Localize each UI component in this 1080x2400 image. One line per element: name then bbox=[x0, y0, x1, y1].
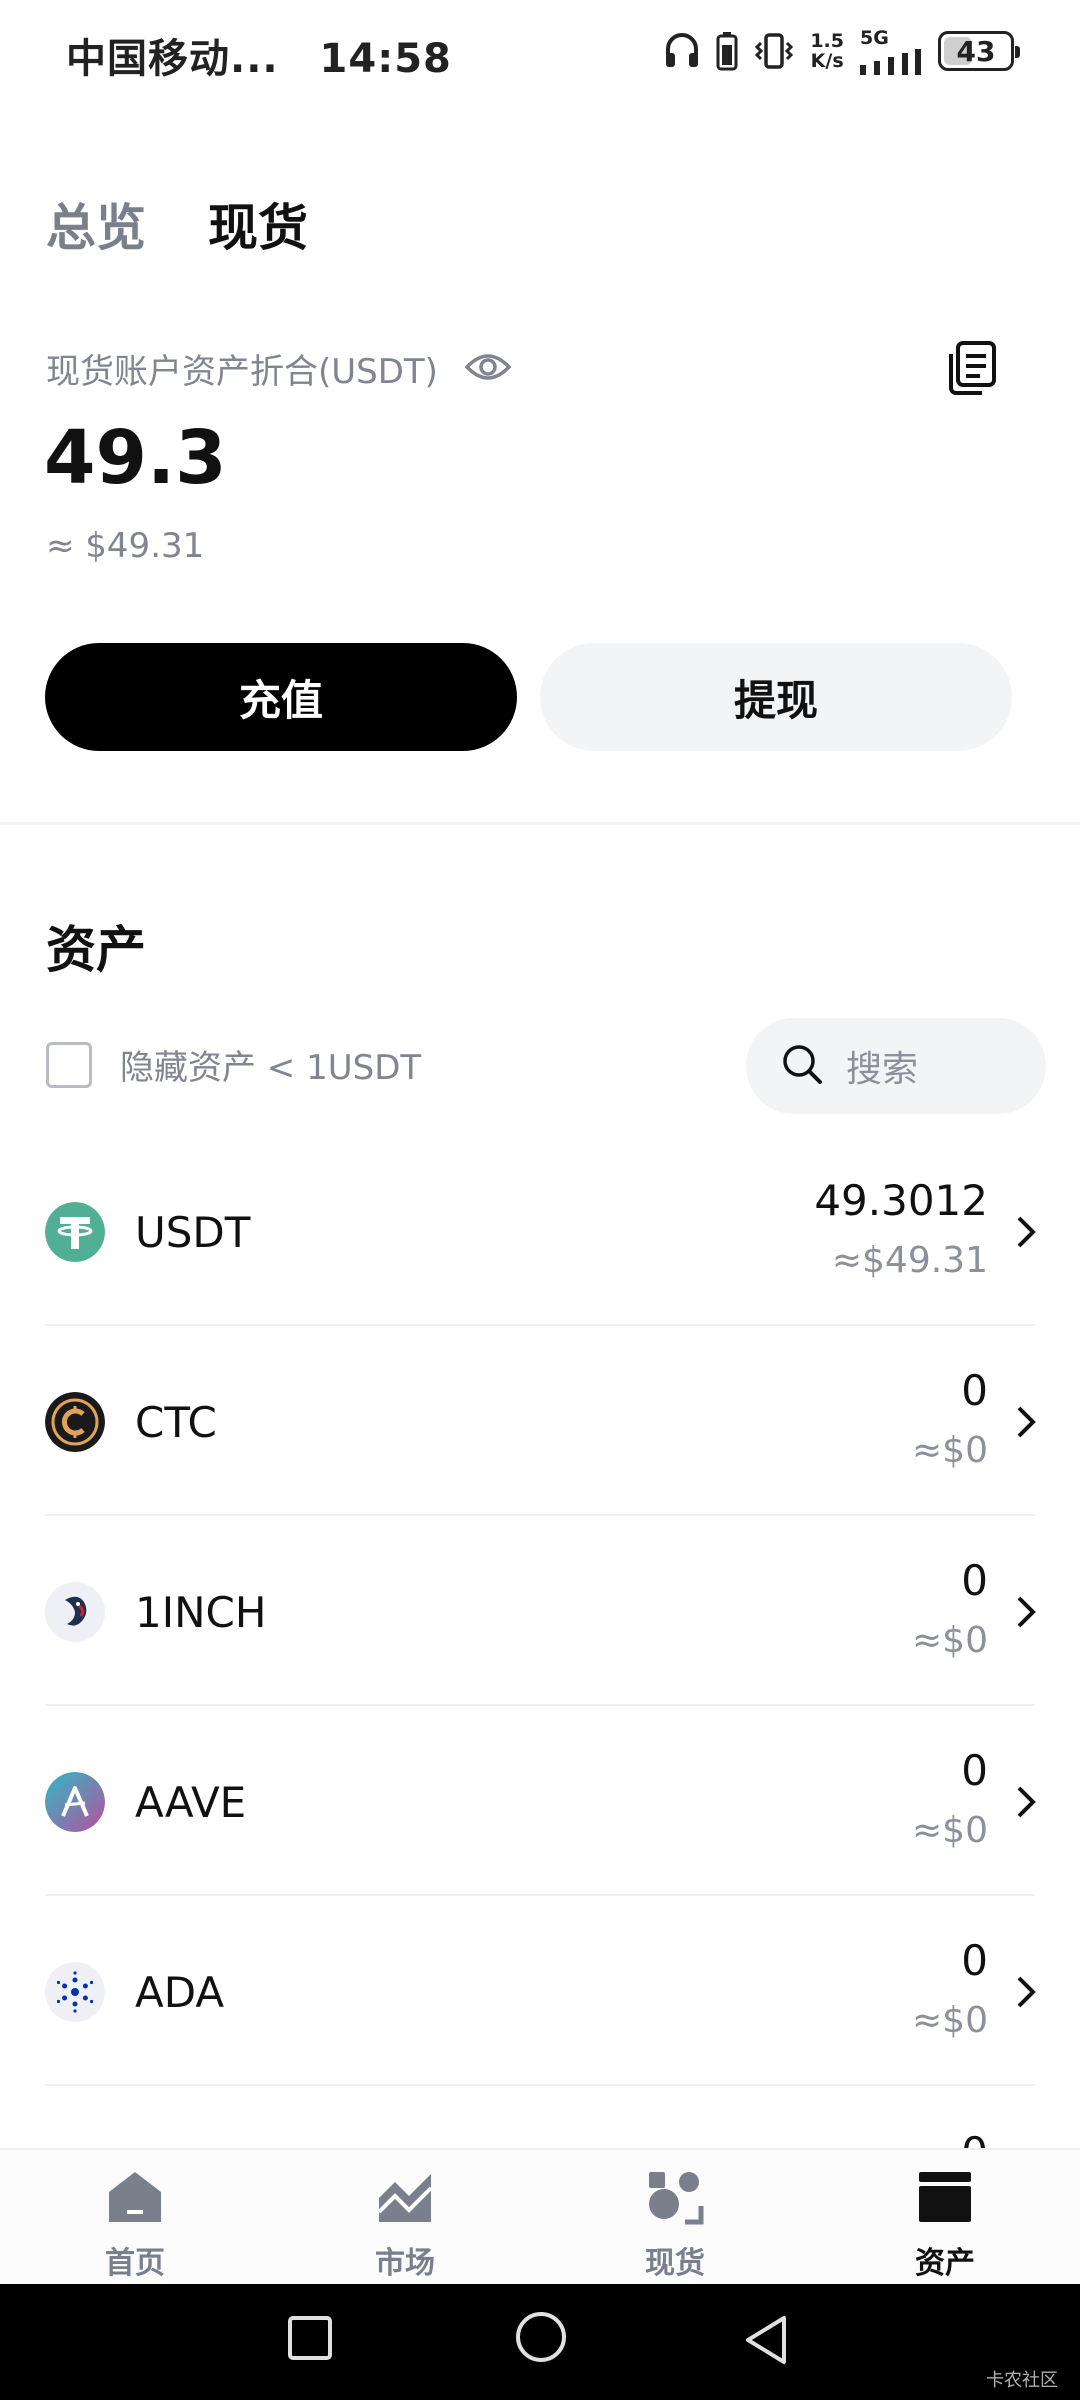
nav-market[interactable]: 市场 bbox=[270, 2150, 540, 2284]
carrier-name: 中国移动... bbox=[66, 36, 279, 82]
battery-percent: 43 bbox=[956, 34, 996, 68]
asset-row-1inch[interactable]: 1INCH 0 ≈$0 bbox=[0, 1516, 1080, 1706]
spot-assets-screen: 中国移动... 14:58 1.5 K/s 5G 43 总览 现货 现货账户资产… bbox=[0, 0, 1080, 2400]
hide-small-assets-checkbox[interactable] bbox=[46, 1041, 92, 1088]
coin-usd-value: ≈$0 bbox=[912, 1430, 988, 1471]
tab-overview[interactable]: 总览 bbox=[46, 188, 146, 260]
coin-usd-value: ≈$49.31 bbox=[831, 1240, 988, 1281]
nav-assets[interactable]: 资产 bbox=[810, 2150, 1080, 2284]
asset-list: USDT 49.3012 ≈$49.31 CTC 0 ≈$0 1INCH 0 ≈… bbox=[0, 1136, 1080, 2086]
asset-row-aave[interactable]: AAVE 0 ≈$0 bbox=[0, 1706, 1080, 1896]
hide-small-assets-label[interactable]: 隐藏资产 < 1USDT bbox=[120, 1040, 421, 1089]
coin-symbol: USDT bbox=[135, 1208, 251, 1257]
assets-section-title: 资产 bbox=[46, 921, 146, 979]
records-icon[interactable] bbox=[946, 340, 998, 400]
nav-home[interactable]: 首页 bbox=[0, 2150, 270, 2284]
coin-usd-value: ≈$0 bbox=[912, 1810, 988, 1851]
battery-saver-icon bbox=[716, 31, 738, 71]
nav-label: 市场 bbox=[375, 2246, 435, 2281]
eye-icon[interactable] bbox=[464, 351, 512, 387]
coin-amount: 0 bbox=[961, 1936, 988, 1985]
back-icon[interactable] bbox=[742, 2314, 790, 2370]
usdt-icon bbox=[45, 1202, 105, 1262]
section-divider bbox=[0, 822, 1080, 825]
coin-amount: 0 bbox=[961, 1556, 988, 1605]
system-navigation-bar: 卡农社区 bbox=[0, 2284, 1080, 2400]
asset-search-input[interactable]: 搜索 bbox=[746, 1018, 1046, 1114]
aave-icon bbox=[45, 1772, 105, 1832]
market-chart-icon bbox=[375, 2168, 435, 2230]
vibrate-icon bbox=[754, 31, 794, 71]
ada-icon bbox=[45, 1962, 105, 2022]
home-circle-icon[interactable] bbox=[514, 2310, 568, 2368]
asset-row-ada[interactable]: ADA 0 ≈$0 bbox=[0, 1896, 1080, 2086]
nav-label: 现货 bbox=[645, 2246, 705, 2281]
coin-symbol: CTC bbox=[135, 1398, 217, 1447]
1inch-icon bbox=[45, 1582, 105, 1642]
coin-amount: 49.3012 bbox=[814, 1176, 988, 1225]
chevron-right-icon bbox=[1014, 1214, 1038, 1254]
chevron-right-icon bbox=[1014, 1594, 1038, 1634]
coin-amount: 0 bbox=[961, 1366, 988, 1415]
bottom-navigation: 首页 市场 现货 资产 bbox=[0, 2148, 1080, 2284]
coin-symbol: ADA bbox=[135, 1968, 225, 2017]
nav-label: 资产 bbox=[915, 2246, 975, 2281]
chevron-right-icon bbox=[1014, 1974, 1038, 2014]
asset-row-ctc[interactable]: CTC 0 ≈$0 bbox=[0, 1326, 1080, 1516]
status-bar: 中国移动... 14:58 1.5 K/s 5G 43 bbox=[0, 0, 1080, 100]
top-tabs: 总览 现货 bbox=[46, 188, 308, 260]
deposit-button[interactable]: 充值 bbox=[45, 643, 517, 751]
ctc-icon bbox=[45, 1392, 105, 1452]
network-type: 5G bbox=[860, 27, 889, 49]
account-total-value: 49.3 bbox=[44, 415, 227, 501]
withdraw-button[interactable]: 提现 bbox=[540, 643, 1012, 751]
battery-indicator: 43 bbox=[938, 31, 1020, 71]
spot-icon bbox=[645, 2168, 705, 2230]
nav-label: 首页 bbox=[105, 2246, 165, 2281]
tab-spot[interactable]: 现货 bbox=[208, 188, 308, 260]
chevron-right-icon bbox=[1014, 1404, 1038, 1444]
signal-strength-icon bbox=[860, 49, 922, 75]
chevron-right-icon bbox=[1014, 1784, 1038, 1824]
watermark: 卡农社区 bbox=[986, 2370, 1058, 2391]
coin-usd-value: ≈$0 bbox=[912, 1620, 988, 1661]
account-usd-value: ≈ $49.31 bbox=[46, 526, 205, 566]
search-icon bbox=[780, 1042, 824, 1090]
coin-amount: 0 bbox=[961, 1746, 988, 1795]
clock-time: 14:58 bbox=[319, 36, 452, 82]
recent-apps-icon[interactable] bbox=[286, 2314, 334, 2366]
search-placeholder: 搜索 bbox=[846, 1049, 919, 1090]
home-icon bbox=[105, 2168, 165, 2230]
coin-symbol: 1INCH bbox=[135, 1588, 267, 1637]
nav-spot[interactable]: 现货 bbox=[540, 2150, 810, 2284]
coin-symbol: AAVE bbox=[135, 1778, 247, 1827]
row-divider bbox=[45, 2084, 1035, 2086]
asset-row-usdt[interactable]: USDT 49.3012 ≈$49.31 bbox=[0, 1136, 1080, 1326]
account-value-label: 现货账户资产折合(USDT) bbox=[46, 352, 438, 392]
headphones-icon bbox=[664, 31, 700, 71]
wallet-icon bbox=[915, 2168, 975, 2230]
coin-usd-value: ≈$0 bbox=[912, 2000, 988, 2041]
network-speed: 1.5 K/s bbox=[810, 30, 844, 72]
